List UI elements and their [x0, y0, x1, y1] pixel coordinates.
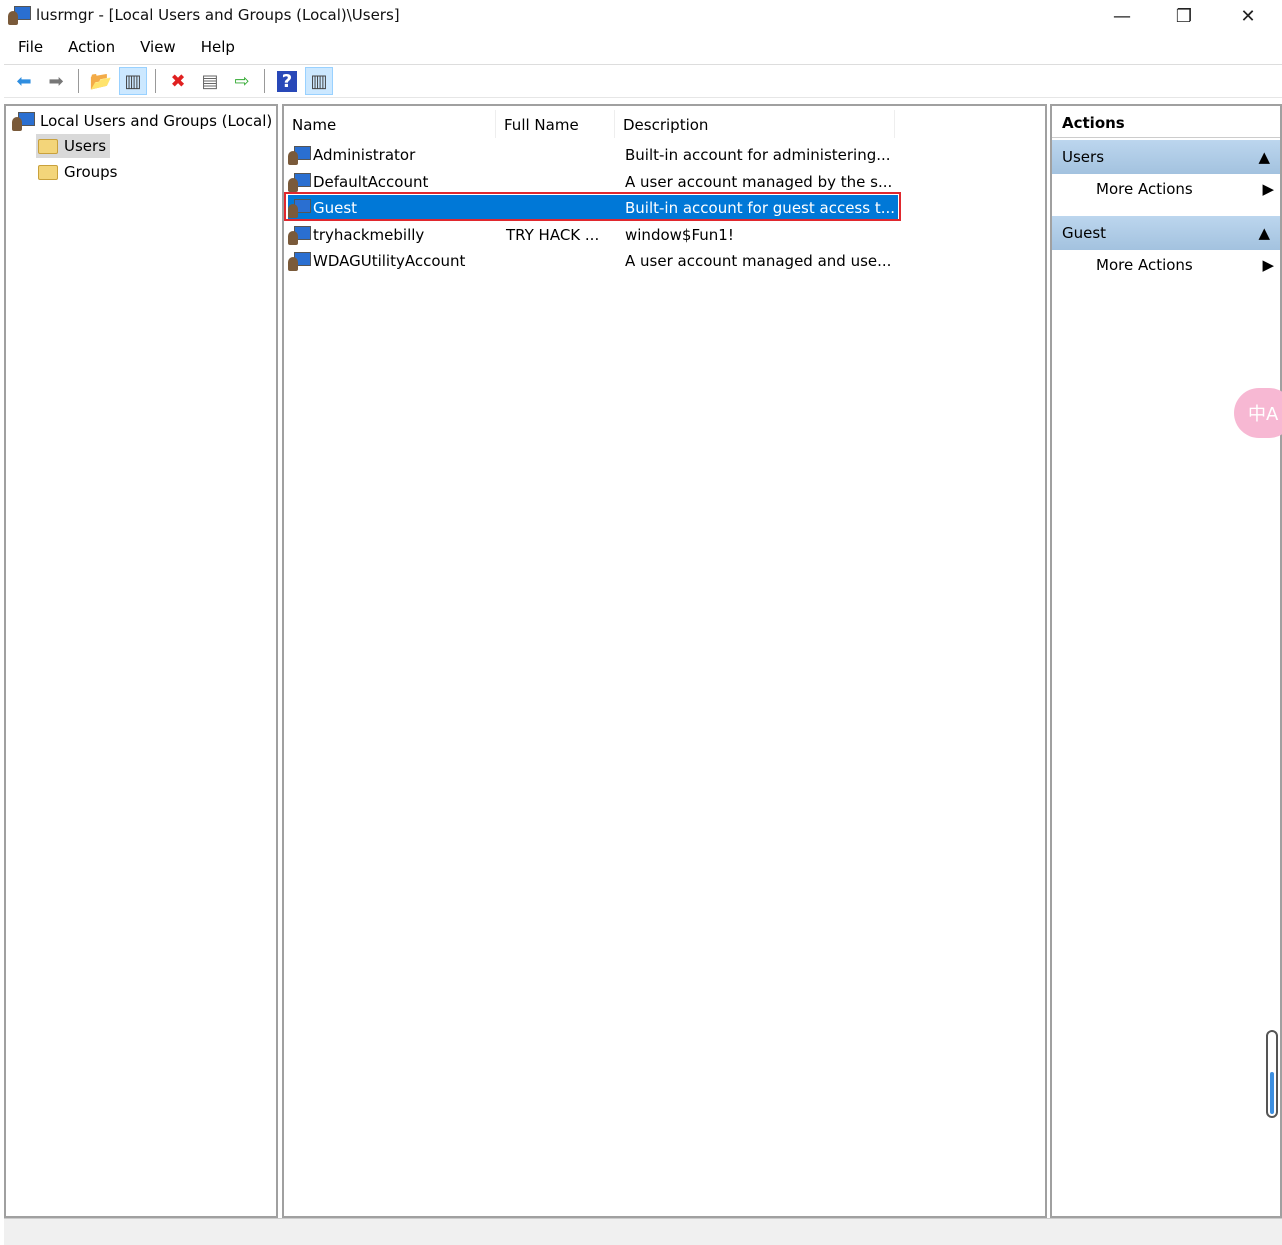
user-list-pane: Name Full Name Description Administrator… [282, 104, 1047, 1218]
forward-arrow-button[interactable]: ➡ [42, 67, 70, 95]
show-hide-tree-button[interactable]: ▥ [119, 67, 147, 95]
toolbar-separator [264, 69, 265, 93]
table-row[interactable]: DefaultAccount A user account managed by … [288, 169, 898, 195]
actions-group-users[interactable]: Users ▲ [1052, 140, 1280, 174]
app-icon [8, 5, 31, 25]
tree-item-groups[interactable]: Groups [36, 160, 117, 184]
tree-root-label: Local Users and Groups (Local) [40, 112, 273, 130]
menu-help[interactable]: Help [187, 32, 246, 62]
folder-icon [38, 164, 58, 180]
collapse-icon[interactable]: ▲ [1258, 148, 1270, 174]
folder-icon [38, 138, 58, 154]
help-icon: ? [276, 70, 298, 92]
more-actions-label: More Actions [1096, 256, 1193, 274]
user-full-name: TRY HACK ... [506, 225, 600, 244]
back-arrow-icon: ⬅ [16, 70, 32, 92]
up-folder-icon: 📂 [89, 70, 113, 92]
tree-item-label: Users [64, 137, 107, 155]
actions-pane: Actions Users ▲ More Actions ▶ Guest ▲ More… [1050, 104, 1282, 1218]
table-row[interactable]: Administrator Built-in account for admini… [288, 142, 898, 168]
scrollbar[interactable] [1266, 1030, 1278, 1118]
toolbar-separator [155, 69, 156, 93]
menu-view[interactable]: View [126, 32, 187, 62]
tree-pane: Local Users and Groups (Local) Users Gro… [4, 104, 278, 1218]
user-name: WDAGUtilityAccount [313, 252, 466, 270]
restore-button[interactable]: ❐ [1154, 0, 1214, 32]
column-header-description[interactable]: Description [615, 110, 895, 138]
user-icon [288, 172, 311, 192]
collapse-icon[interactable]: ▲ [1258, 224, 1270, 250]
column-header-full-name[interactable]: Full Name [496, 110, 615, 138]
actions-title: Actions [1052, 108, 1280, 138]
user-name: Administrator [313, 146, 416, 164]
toolbar: ⬅ ➡ 📂 ▥ ✖ ▤ ⇨? ▥ [4, 64, 1282, 98]
menu-bar: File Action View Help [4, 32, 246, 62]
forward-arrow-icon: ➡ [48, 70, 64, 92]
user-name: tryhackmebilly [313, 225, 425, 244]
toolbar-separator [78, 69, 79, 93]
up-folder-button[interactable]: 📂 [87, 67, 115, 95]
group-label: Guest [1062, 224, 1107, 242]
tree-item-users[interactable]: Users [36, 134, 111, 158]
column-header-name[interactable]: Name [284, 110, 496, 138]
user-name: DefaultAccount [313, 172, 429, 191]
properties-button[interactable]: ▤ [196, 67, 224, 95]
translate-icon[interactable]: 中A [1234, 388, 1282, 438]
group-label: Users [1062, 148, 1105, 166]
actions-group-guest[interactable]: Guest ▲ [1052, 216, 1280, 250]
table-row[interactable]: WDAGUtilityAccount A user account managed… [288, 248, 898, 274]
show-hide-tree-icon: ▥ [124, 70, 142, 92]
user-description: Built-in account for administering... [625, 146, 891, 164]
help-button[interactable]: ? [273, 67, 301, 95]
computer-users-icon [12, 111, 35, 131]
tree-root[interactable]: Local Users and Groups (Local) [12, 109, 272, 133]
user-description: window$Fun1! [625, 225, 734, 244]
menu-action[interactable]: Action [54, 32, 126, 62]
show-hide-action-pane-icon: ▥ [310, 70, 328, 92]
delete-icon: ✖ [170, 70, 186, 92]
more-actions-label: More Actions [1096, 180, 1193, 198]
scrollbar-thumb[interactable] [1270, 1072, 1274, 1114]
title-bar: lusrmgr - [Local Users and Groups (Local… [0, 0, 1282, 32]
menu-file[interactable]: File [4, 32, 54, 62]
export-list-button[interactable]: ⇨ [228, 67, 256, 95]
back-arrow-button[interactable]: ⬅ [10, 67, 38, 95]
minimize-button[interactable]: — [1092, 0, 1152, 32]
user-description: A user account managed and use... [625, 252, 892, 270]
window-title: lusrmgr - [Local Users and Groups (Local… [36, 6, 400, 24]
highlight-box [284, 192, 901, 221]
user-description: A user account managed by the s... [625, 172, 893, 191]
submenu-arrow-icon: ▶ [1262, 180, 1274, 198]
status-bar [4, 1218, 1282, 1245]
delete-button[interactable]: ✖ [164, 67, 192, 95]
user-icon [288, 225, 311, 245]
properties-icon: ▤ [201, 70, 219, 92]
submenu-arrow-icon: ▶ [1262, 256, 1274, 274]
user-icon [288, 145, 311, 165]
show-hide-action-pane-button[interactable]: ▥ [305, 67, 333, 95]
export-list-icon: ⇨ [234, 70, 250, 92]
table-row[interactable]: tryhackmebilly TRY HACK ... window$Fun1! [288, 222, 898, 248]
tree-item-label: Groups [64, 163, 118, 181]
more-actions-users[interactable]: More Actions ▶ [1096, 180, 1276, 198]
user-icon [288, 251, 311, 271]
close-button[interactable]: ✕ [1218, 0, 1278, 32]
more-actions-guest[interactable]: More Actions ▶ [1096, 256, 1276, 274]
